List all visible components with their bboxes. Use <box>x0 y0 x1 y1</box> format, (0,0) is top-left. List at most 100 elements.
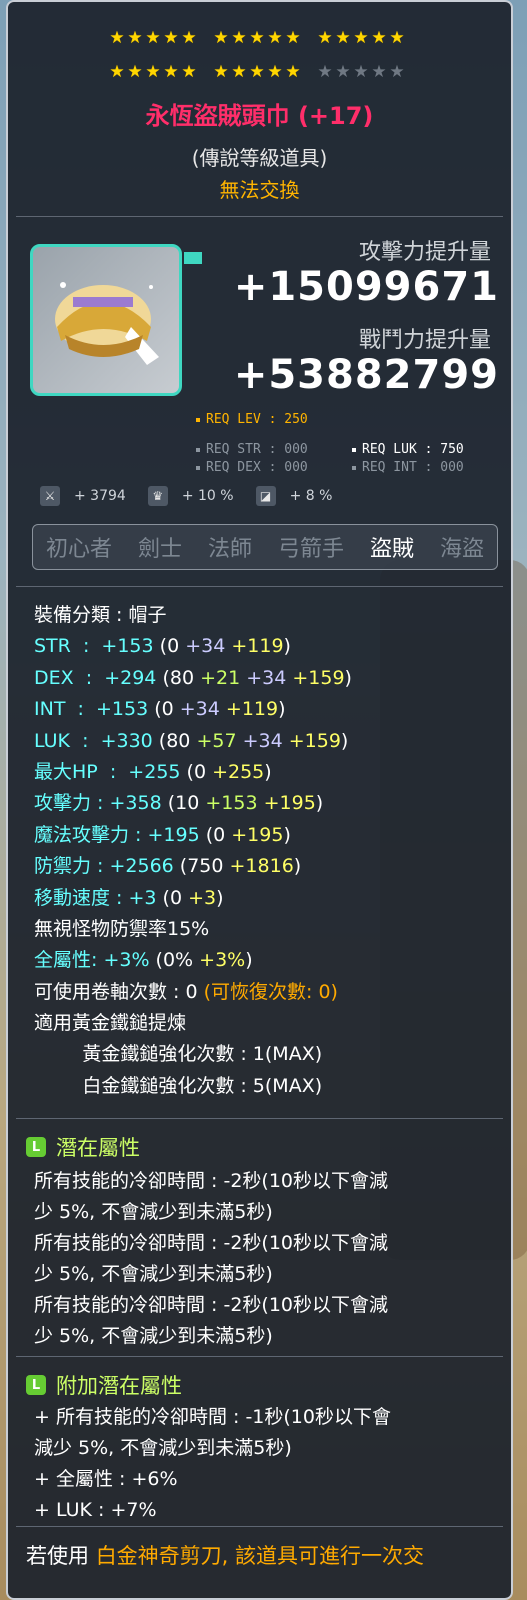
potential-line: 少 5%, 不會減少到未滿5秒) <box>34 1263 273 1285</box>
job-bar: 初心者 劍士 法師 弓箭手 盜賊 海盜 <box>32 524 498 570</box>
stat-segment: ) <box>264 760 272 783</box>
stat-segment: (可恢復次數: 0) <box>203 980 338 1003</box>
star-group: ★ ★ ★ ★ ★ <box>316 28 406 48</box>
power-increase-label: 戰鬥力提升量 <box>358 328 491 353</box>
item-stats: 裝備分類 : 帽子 STR : +153 (0 +34 +119) DEX : +2… <box>34 600 501 1102</box>
item-icon-frame <box>30 244 182 396</box>
stat-segment: +21 <box>200 666 247 689</box>
divider <box>16 1118 503 1119</box>
star-filled-icon: ★ <box>213 28 229 48</box>
stat-line: 裝備分類 : 帽子 <box>34 600 501 631</box>
req-int: REQ INT : 000 <box>352 460 464 475</box>
star-filled-icon: ★ <box>181 28 197 48</box>
star-filled-icon: ★ <box>127 62 143 82</box>
stat-segment: +3% <box>199 949 246 972</box>
stat-line: 魔法攻擊力 : +195 (0 +195) <box>34 820 501 851</box>
thief-headband-icon <box>55 282 159 365</box>
stat-segment: (80 <box>162 666 201 689</box>
stat-segment: ) <box>283 635 291 658</box>
stat-segment: (80 <box>158 729 197 752</box>
legendary-grade-icon: L <box>26 1375 46 1395</box>
req-str: REQ STR : 000 <box>196 442 308 457</box>
divider <box>16 1356 503 1357</box>
additional-potential-title: 附加潛在屬性 <box>56 1374 182 1398</box>
stat-segment: 適用黃金鐵鎚提煉 <box>34 1012 187 1035</box>
stat-segment: (0% <box>155 949 200 972</box>
stat-segment: +1816 <box>229 855 294 878</box>
potential-line: 少 5%, 不會減少到未滿5秒) <box>34 1325 273 1347</box>
star-filled-icon: ★ <box>371 28 387 48</box>
note-highlight: 白金神奇剪刀, 該道具可進行一次交 <box>95 1544 425 1568</box>
stat-ignore-def: + 8 % <box>289 488 333 504</box>
job-4: 盜賊 <box>369 537 414 562</box>
stat-segment: +57 <box>196 729 243 752</box>
stat-boss-damage: + 10 % <box>181 488 234 504</box>
divider <box>16 1526 503 1527</box>
stat-line: 攻擊力 : +358 (10 +153 +195) <box>34 788 501 819</box>
stat-segment: +34 <box>242 729 289 752</box>
star-group: ★ ★ ★ ★ ★ <box>108 28 198 48</box>
star-empty-icon: ★ <box>353 62 369 82</box>
sword-icon: ⚔ <box>40 486 60 506</box>
stat-segment: (750 <box>179 855 230 878</box>
stat-segment: DEX : +294 <box>34 666 163 689</box>
stat-segment: 最大HP : +255 <box>34 760 187 783</box>
note-prefix: 若使用 <box>26 1544 96 1568</box>
star-filled-icon: ★ <box>127 28 143 48</box>
star-filled-icon: ★ <box>145 28 161 48</box>
stat-segment: ) <box>293 855 302 878</box>
stat-line: 無視怪物防禦率15% <box>34 914 501 945</box>
stat-segment: +34 <box>185 635 232 658</box>
star-group: ★ ★ ★ ★ ★ <box>316 62 406 82</box>
star-group: ★ ★ ★ ★ ★ <box>212 28 302 48</box>
star-filled-icon: ★ <box>231 28 247 48</box>
star-filled-icon: ★ <box>163 62 179 82</box>
stat-segment: +34 <box>179 698 226 721</box>
potential-line: 減少 5%, 不會減少到未滿5秒) <box>34 1437 292 1459</box>
stat-segment: ) <box>278 698 286 721</box>
stat-segment: +119 <box>225 698 279 721</box>
star-empty-icon: ★ <box>317 62 333 82</box>
star-filled-icon: ★ <box>267 28 283 48</box>
item-name: 永恆盜賊頭巾 (+17) <box>145 102 374 130</box>
potential-line: 所有技能的冷卻時間 : -2秒(10秒以下會減 <box>34 1170 389 1192</box>
item-flag-icon <box>184 252 202 264</box>
star-empty-icon: ★ <box>371 62 387 82</box>
stat-segment: +3 <box>188 886 217 909</box>
boss-icon: ♛ <box>147 486 168 506</box>
stat-segment: (0 <box>162 886 189 909</box>
potential-header: L 潛在屬性 <box>26 1132 140 1162</box>
req-dex: REQ DEX : 000 <box>196 460 308 475</box>
stat-line: 移動速度 : +3 (0 +3) <box>34 883 501 914</box>
potential-lines: 所有技能的冷卻時間 : -2秒(10秒以下會減少 5%, 不會減少到未滿5秒) 所… <box>34 1166 501 1352</box>
star-group: ★ ★ ★ ★ ★ <box>108 62 198 82</box>
job-0: 初心者 <box>45 537 112 562</box>
stat-segment: STR : +153 <box>34 635 160 658</box>
stat-segment: 白金鐵鎚強化次數 : 5(MAX) <box>34 1074 323 1097</box>
star-filled-icon: ★ <box>213 62 229 82</box>
stat-segment: +195 <box>231 823 284 846</box>
stat-segment: ) <box>283 823 291 846</box>
potential-line: 所有技能的冷卻時間 : -2秒(10秒以下會減 <box>34 1294 389 1316</box>
star-empty-icon: ★ <box>389 62 405 82</box>
trade-status: 無法交換 <box>219 178 300 202</box>
stat-segment: (0 <box>205 823 232 846</box>
potential-line: + 所有技能的冷卻時間 : -1秒(10秒以下會 <box>34 1406 391 1428</box>
stat-attack-bonus: + 3794 <box>74 488 126 504</box>
stat-line: INT : +153 (0 +34 +119) <box>34 694 501 725</box>
stat-line: DEX : +294 (80 +21 +34 +159) <box>34 663 501 694</box>
stat-segment: +153 <box>205 792 264 815</box>
req-level: REQ LEV : 250 <box>196 412 308 427</box>
star-filled-icon: ★ <box>231 62 247 82</box>
stat-segment: (0 <box>159 635 186 658</box>
potential-line: + 全屬性 : +6% <box>34 1468 178 1490</box>
stat-segment: +119 <box>231 635 284 658</box>
potential-title: 潛在屬性 <box>56 1136 140 1160</box>
stat-segment: ) <box>216 886 224 909</box>
star-filled-icon: ★ <box>335 28 351 48</box>
star-force-row-2: ★ ★ ★ ★ ★ ★ ★ ★ ★ ★ ★ ★ ★ ★ ★ <box>108 62 438 82</box>
item-grade: (傳說等級道具) <box>191 146 328 170</box>
potential-line: + LUK : +7% <box>34 1499 157 1521</box>
stat-segment: INT : +153 <box>34 698 155 721</box>
star-filled-icon: ★ <box>181 62 197 82</box>
